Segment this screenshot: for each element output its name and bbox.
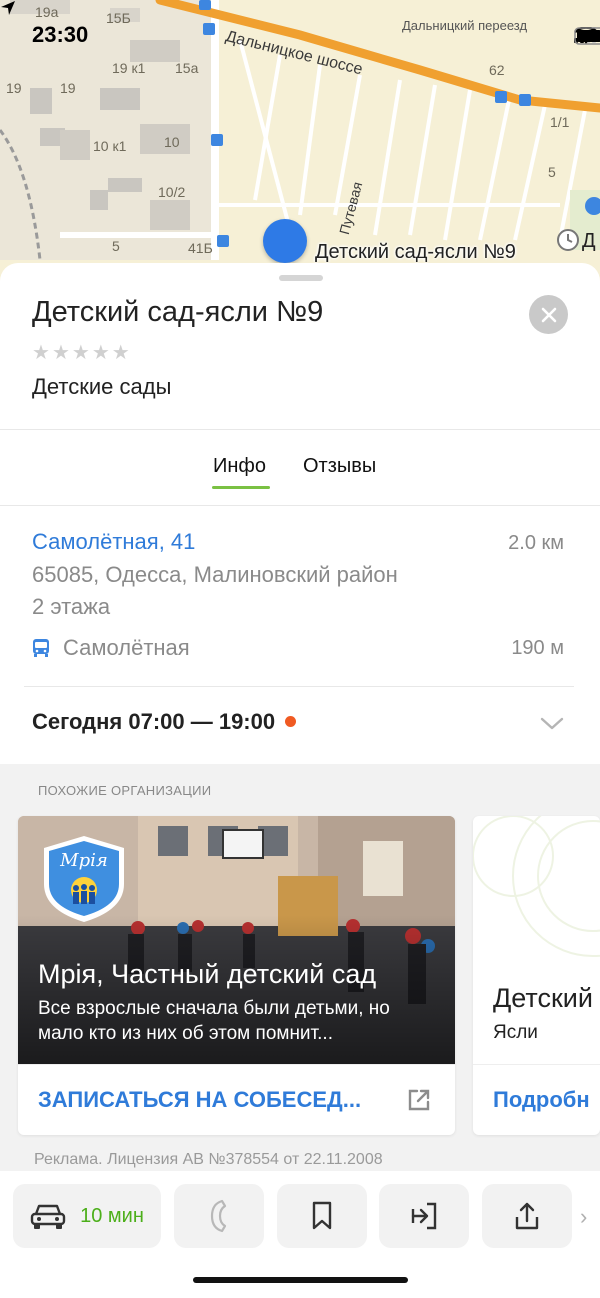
location-pin-icon[interactable]	[263, 219, 307, 263]
opening-hours[interactable]: Сегодня 07:00 — 19:00	[32, 709, 297, 735]
address-distance: 2.0 км	[508, 532, 564, 554]
map-house-number: 41Б	[188, 240, 213, 256]
similar-card-subtitle: Ясли	[493, 1022, 538, 1043]
address-link[interactable]: Самолётная, 41	[32, 529, 195, 555]
map-house-number: 19	[60, 80, 76, 96]
bus-stop-icon	[519, 94, 531, 106]
enter-icon	[411, 1202, 437, 1230]
bus-stop-icon	[211, 134, 223, 146]
transit-stop-distance: 190 м	[511, 637, 564, 659]
floors-count: 2 этажа	[32, 594, 111, 619]
map-house-number: 5	[112, 238, 120, 254]
divider	[0, 429, 600, 430]
sheet-grabber[interactable]	[279, 275, 323, 281]
ad-license-text: Реклама. Лицензия АВ №378554 от 22.11.20…	[34, 1151, 383, 1168]
similar-card-title: Детский	[493, 983, 593, 1013]
battery-icon	[574, 27, 600, 45]
bus-icon	[33, 639, 49, 657]
map-edge-label: Д	[582, 230, 596, 252]
place-title: Детский сад-ясли №9	[32, 296, 324, 328]
clock-icon	[557, 229, 579, 251]
share-button[interactable]	[482, 1184, 572, 1248]
home-indicator[interactable]	[193, 1277, 408, 1283]
route-time: 10 мин	[80, 1204, 144, 1227]
star-icon: ★	[51, 342, 70, 364]
chevron-down-icon[interactable]	[540, 717, 564, 731]
map-house-number: 19	[6, 80, 22, 96]
tab-active-indicator	[212, 486, 270, 489]
promo-card-title: Мрія, Частный детский сад	[38, 959, 377, 989]
divider	[24, 686, 574, 687]
map-house-number: 5	[548, 164, 556, 180]
call-button[interactable]	[174, 1184, 264, 1248]
status-bar: 23:30	[0, 0, 600, 70]
star-icon: ★	[91, 342, 110, 364]
tab-reviews[interactable]: Отзывы	[303, 455, 376, 478]
status-time: 23:30	[32, 22, 89, 47]
divider	[473, 1064, 600, 1065]
address-full: 65085, Одесса, Малиновский район	[32, 562, 398, 587]
map-poi-icon	[585, 197, 600, 215]
map-house-number: 10	[164, 134, 180, 150]
transit-stop-name[interactable]: Самолётная	[63, 635, 190, 661]
external-link-icon[interactable]	[406, 1087, 432, 1113]
tab-info[interactable]: Инфо	[213, 455, 266, 478]
promo-card-description: Все взрослые сначала были детьми, но мал…	[38, 998, 390, 1044]
opening-hours-text: Сегодня 07:00 — 19:00	[32, 709, 276, 734]
entrance-button[interactable]	[379, 1184, 469, 1248]
map-poi-label[interactable]: Детский сад-ясли №9	[315, 241, 516, 264]
star-icon: ★	[71, 342, 90, 364]
map-view[interactable]: 19а 15Б 19 к1 15а 19 19 10 к1 10 10/2 5 …	[0, 0, 600, 300]
divider	[18, 1064, 455, 1065]
share-icon	[515, 1202, 539, 1230]
star-icon: ★	[32, 342, 50, 364]
map-house-number: 10 к1	[93, 138, 127, 154]
details-link[interactable]: Подробн	[493, 1087, 590, 1113]
location-arrow-icon	[1, 1, 15, 15]
promo-card-photo: Мрія Мрія, Частный детский сад Все взрос…	[18, 816, 455, 1064]
route-button[interactable]: 10 мин	[13, 1184, 161, 1248]
star-icon: ★	[111, 342, 130, 364]
chevron-right-icon[interactable]: ›	[580, 1204, 587, 1230]
bus-stop-icon	[217, 235, 229, 247]
similar-card[interactable]: Детский Ясли Подробн	[473, 816, 600, 1135]
divider	[0, 505, 600, 506]
logo-text: Мрія	[59, 850, 108, 871]
section-title: ПОХОЖИЕ ОРГАНИЗАЦИИ	[38, 783, 212, 798]
map-house-number: 10/2	[158, 184, 186, 200]
rating-stars[interactable]: ★ ★ ★ ★ ★	[32, 343, 130, 363]
bus-stop-icon	[495, 91, 507, 103]
action-bar: 10 мин ›	[0, 1171, 600, 1298]
mriya-logo: Мрія	[44, 836, 124, 922]
tab-bar: Инфо Отзывы	[0, 431, 600, 505]
place-card-sheet: Детский сад-ясли №9 ★ ★ ★ ★ ★ Детские са…	[0, 263, 600, 1298]
bookmark-icon	[312, 1201, 332, 1230]
close-button[interactable]	[529, 295, 568, 334]
bookmark-button[interactable]	[277, 1184, 367, 1248]
signup-interview-link[interactable]: ЗАПИСАТЬСЯ НА СОБЕСЕД...	[38, 1087, 361, 1113]
place-category: Детские сады	[32, 374, 172, 399]
promo-card[interactable]: Мрія Мрія, Частный детский сад Все взрос…	[18, 816, 455, 1135]
close-icon	[541, 307, 556, 322]
hours-status-dot	[285, 715, 297, 727]
phone-icon	[210, 1199, 227, 1233]
car-icon	[30, 1204, 66, 1229]
map-house-number: 1/1	[550, 114, 570, 130]
